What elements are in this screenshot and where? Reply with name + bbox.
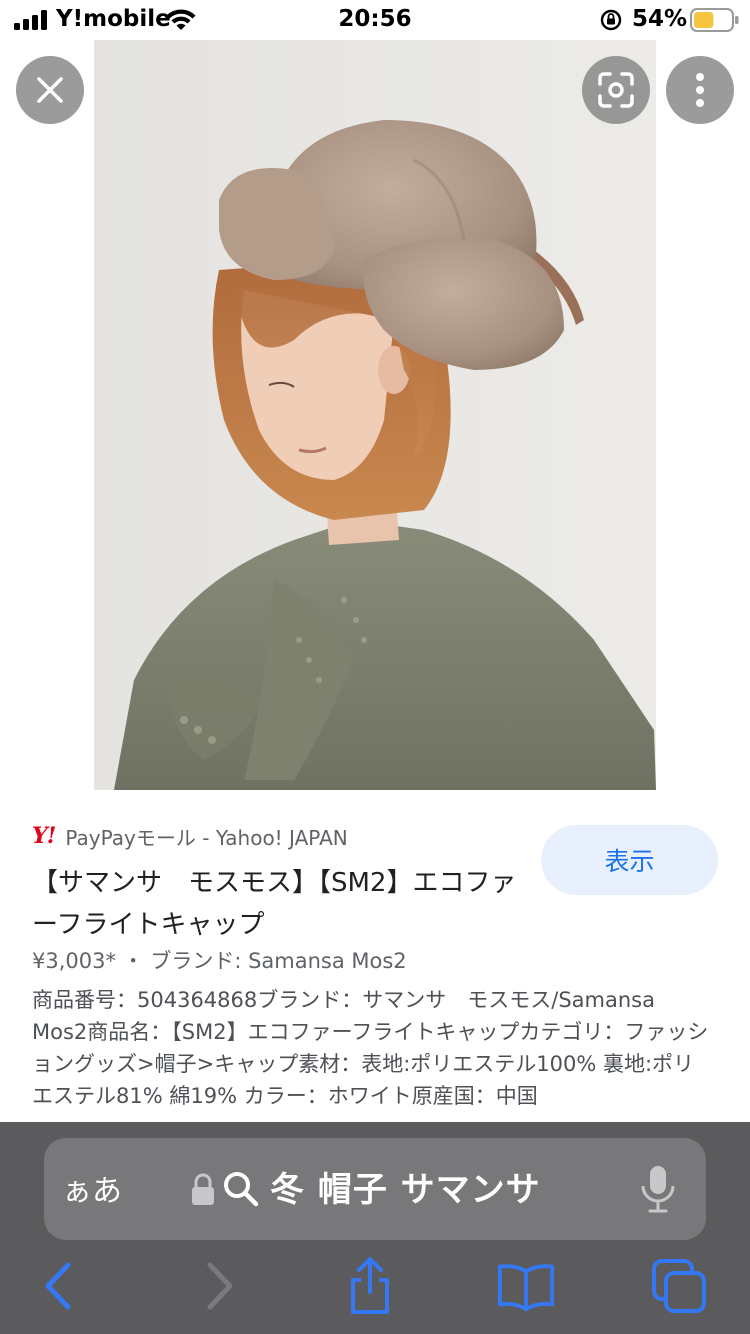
bookmarks-button[interactable]	[496, 1256, 556, 1316]
lens-button[interactable]	[582, 56, 650, 124]
share-icon	[351, 1257, 389, 1314]
lens-icon	[598, 72, 634, 108]
result-description: 商品番号：504364868ブランド：サマンサ モスモス/Samansa Mos…	[32, 988, 709, 1108]
tabs-icon	[652, 1259, 706, 1313]
yahoo-logo: Y!	[32, 823, 56, 849]
forward-button[interactable]	[190, 1256, 250, 1316]
book-icon	[497, 1264, 555, 1311]
aa-button[interactable]: ぁあ	[62, 1166, 122, 1210]
status-bar: Y!mobile 20:56 54%	[0, 0, 750, 40]
close-button[interactable]	[16, 56, 84, 124]
battery-percent: 54%	[632, 6, 688, 32]
source-line[interactable]: Y! PayPayモール - Yahoo! JAPAN	[32, 820, 348, 852]
more-options-button[interactable]	[666, 56, 734, 124]
tabs-button[interactable]	[650, 1256, 710, 1316]
search-icon	[224, 1172, 259, 1207]
share-button[interactable]	[340, 1256, 400, 1316]
more-vertical-icon	[696, 73, 704, 107]
product-photo	[94, 40, 656, 790]
search-query[interactable]: 冬 帽子 サマンサ	[270, 1162, 541, 1211]
lock-icon	[192, 1173, 214, 1205]
battery-icon	[690, 8, 739, 32]
chevron-right-icon	[207, 1262, 233, 1310]
chevron-left-icon	[45, 1262, 71, 1310]
back-button[interactable]	[28, 1256, 88, 1316]
close-icon	[37, 77, 63, 103]
show-button[interactable]: 表示	[541, 825, 718, 895]
source-name: PayPayモール - Yahoo! JAPAN	[65, 825, 348, 850]
microphone-icon[interactable]	[638, 1164, 678, 1214]
orientation-lock-icon	[600, 9, 622, 31]
price-brand-line: ¥3,003* ・ ブランド: Samansa Mos2	[32, 949, 407, 973]
product-image[interactable]	[94, 40, 656, 790]
result-title[interactable]: 【サマンサ モスモス】【SM2】エコファーフライトキャップ	[32, 862, 532, 946]
